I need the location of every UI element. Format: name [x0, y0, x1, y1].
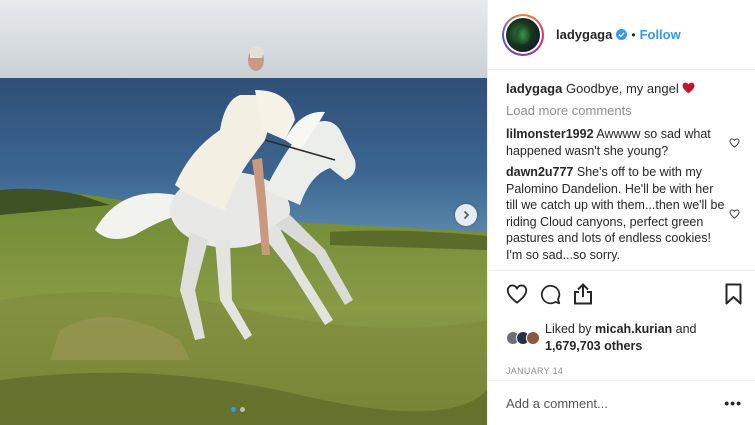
- avatar-border: [504, 15, 542, 54]
- separator: •: [631, 27, 636, 42]
- add-comment-bar: •••: [488, 380, 755, 425]
- comment-body: lilmonster1992 Awwww so sad what happene…: [506, 126, 726, 159]
- likes-and: and: [675, 322, 697, 336]
- comment-item: lilmonster1992 Awwww so sad what happene…: [506, 126, 741, 159]
- username-link[interactable]: ladygaga: [556, 27, 612, 42]
- verified-badge-icon: [616, 29, 628, 40]
- liker-username[interactable]: micah.kurian: [595, 322, 672, 336]
- like-comment-heart-icon[interactable]: [727, 137, 741, 148]
- likes-summary: Liked by micah.kurian and 1,679,703 othe…: [506, 321, 742, 355]
- more-options-button[interactable]: •••: [724, 395, 742, 411]
- likes-prefix: Liked by: [545, 322, 592, 336]
- comment-username[interactable]: lilmonster1992: [506, 127, 594, 141]
- comment-icon[interactable]: [540, 284, 561, 305]
- share-icon[interactable]: [573, 283, 593, 305]
- load-more-comments-link[interactable]: Load more comments: [506, 103, 741, 118]
- avatar: [506, 17, 540, 52]
- chevron-right-icon: [463, 210, 470, 220]
- comments-list: ladygaga Goodbye, my angel Load more com…: [488, 70, 755, 270]
- caption-text: Goodbye, my angel: [565, 81, 679, 96]
- action-bar: [506, 281, 742, 307]
- likes-count[interactable]: 1,679,703 others: [545, 339, 642, 353]
- likes-text: Liked by micah.kurian and 1,679,703 othe…: [545, 321, 697, 355]
- follow-button[interactable]: Follow: [640, 27, 681, 42]
- caption-username[interactable]: ladygaga: [506, 81, 562, 96]
- comment-username[interactable]: dawn2u777: [506, 165, 573, 179]
- post-caption: ladygaga Goodbye, my angel: [506, 80, 741, 97]
- heart-icon[interactable]: [506, 284, 528, 304]
- carousel-dot-active: [231, 407, 236, 412]
- comment-text: She's off to be with my Palomino Dandeli…: [506, 165, 725, 262]
- post-side-panel: ladygaga • Follow ladygaga Goodbye, my a…: [487, 0, 755, 425]
- like-comment-heart-icon[interactable]: [727, 208, 741, 219]
- next-photo-button[interactable]: [455, 204, 477, 226]
- comment-body: dawn2u777 She's off to be with my Palomi…: [506, 164, 726, 263]
- carousel-dots: [231, 407, 245, 412]
- story-ring[interactable]: [502, 13, 544, 56]
- post-date: JANUARY 14: [506, 366, 564, 376]
- photo-image: [0, 0, 487, 425]
- bookmark-icon[interactable]: [725, 283, 742, 305]
- post-photo[interactable]: [0, 0, 487, 425]
- post-header: ladygaga • Follow: [488, 0, 755, 70]
- comment-input[interactable]: [506, 395, 725, 411]
- comment-item: dawn2u777 She's off to be with my Palomi…: [506, 164, 741, 263]
- carousel-dot: [240, 407, 245, 412]
- post-actions: Liked by micah.kurian and 1,679,703 othe…: [488, 270, 755, 376]
- heart-emoji-icon: [682, 82, 695, 94]
- liker-avatar[interactable]: [526, 331, 540, 345]
- liker-avatars: [506, 331, 540, 345]
